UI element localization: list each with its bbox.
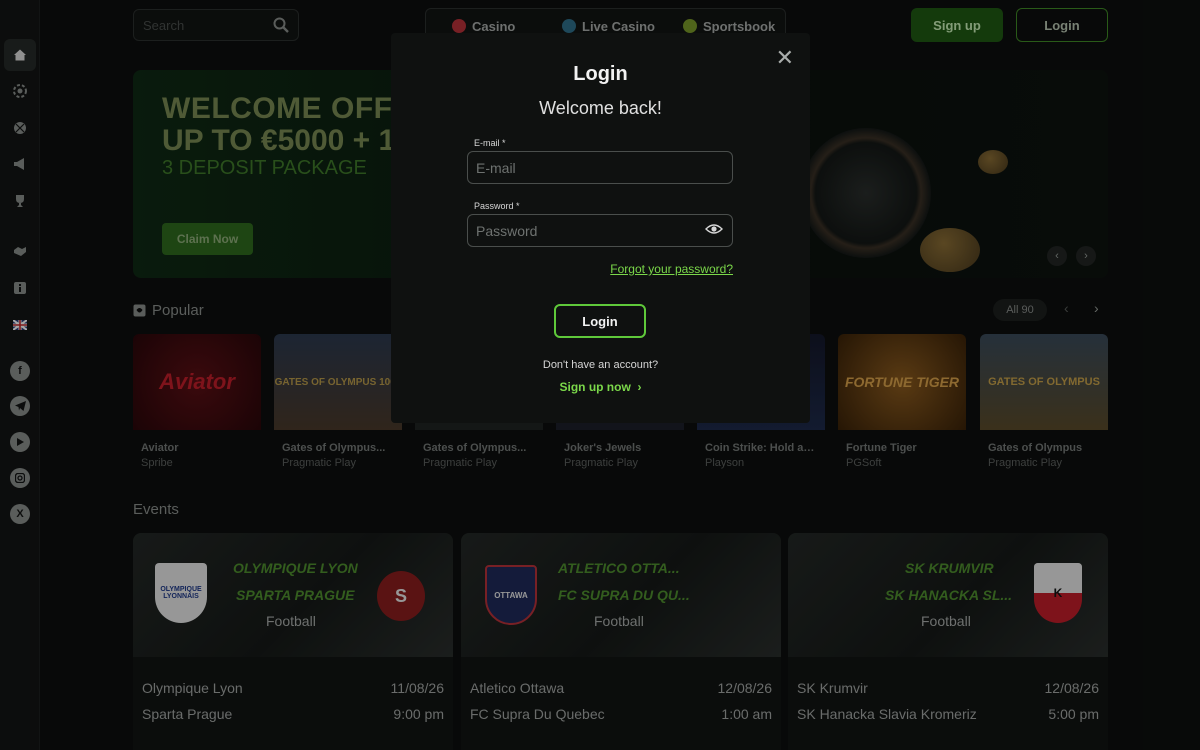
login-modal: ✕ Login Welcome back! E-mail * Password … <box>391 33 810 423</box>
modal-title: Login <box>573 63 628 85</box>
login-submit-button[interactable]: Login <box>554 304 646 338</box>
modal-subtitle: Welcome back! <box>539 98 662 118</box>
signup-now-link[interactable]: Sign up now › <box>391 380 810 394</box>
chevron-right-icon: › <box>634 380 642 394</box>
password-field[interactable] <box>467 214 733 247</box>
forgot-password-link[interactable]: Forgot your password? <box>610 262 733 276</box>
no-account-text: Don't have an account? <box>542 359 659 371</box>
email-field[interactable] <box>467 151 733 184</box>
show-password-icon[interactable] <box>705 223 723 235</box>
email-label: E-mail * <box>474 138 506 148</box>
signup-now-label: Sign up now <box>559 380 631 394</box>
password-label: Password * <box>474 201 520 211</box>
